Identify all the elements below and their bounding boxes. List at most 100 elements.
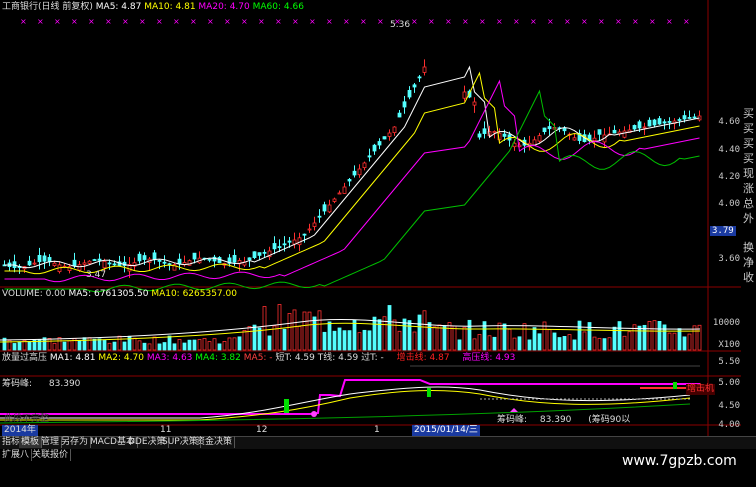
- volume-bar: [252, 324, 257, 351]
- top-marker: ×: [326, 17, 333, 26]
- volume-bar: [442, 325, 447, 351]
- volume-title: VOLUME: 0.00: [2, 289, 66, 299]
- volume-bar: [237, 336, 242, 351]
- ma-line: [4, 71, 700, 275]
- candle-body: [387, 132, 392, 137]
- candle-body: [477, 133, 482, 138]
- ma-line: [4, 79, 700, 283]
- volume-bar: [597, 337, 602, 351]
- candle-body: [402, 101, 407, 108]
- candle-body: [667, 121, 672, 123]
- volume-bar: [567, 334, 572, 351]
- volume-bar: [247, 326, 252, 351]
- quote-char[interactable]: 买: [741, 106, 756, 121]
- volume-bar: [622, 335, 627, 351]
- quote-char[interactable]: 收: [741, 270, 756, 285]
- candle-body: [282, 243, 287, 246]
- candle-body: [347, 179, 352, 182]
- indicator-title: 放量过高压: [2, 353, 48, 363]
- candlestick-series: [2, 59, 702, 278]
- candle-body: [562, 127, 567, 132]
- volume-bar: [647, 320, 652, 351]
- selected-date[interactable]: 2015/01/14/三: [412, 425, 480, 436]
- ma60-label: MA60: 4.66: [252, 2, 304, 12]
- top-marker: ×: [343, 17, 350, 26]
- volume-bar: [452, 325, 457, 351]
- chip-tag: 增击机: [686, 384, 716, 395]
- candle-body: [277, 246, 282, 248]
- volume-bar: [157, 343, 162, 351]
- chip-bottom-legend: 筹码峰: 83.390 (筹码90以: [497, 415, 630, 426]
- top-marker: ×: [292, 17, 299, 26]
- volume-bar: [137, 340, 142, 351]
- chip-bottom-extra: (筹码90以: [588, 415, 631, 425]
- chip-bottom-label: 筹码峰:: [497, 415, 528, 425]
- volume-bar: [572, 339, 577, 351]
- volume-bar: [432, 326, 437, 351]
- volume-bar: [457, 339, 462, 351]
- quote-char[interactable]: 买: [741, 121, 756, 136]
- candle-body: [422, 66, 427, 73]
- volume-bar: [492, 336, 497, 351]
- chip-green-marker: [427, 388, 431, 397]
- volume-bar: [122, 341, 127, 351]
- candle-body: [407, 90, 412, 98]
- candle-body: [322, 204, 327, 212]
- tab-save-as[interactable]: 另存为: [59, 436, 92, 448]
- candle-body: [252, 251, 257, 258]
- candle-body: [137, 253, 142, 262]
- candle-body: [537, 135, 542, 142]
- quote-char[interactable]: 涨: [741, 181, 756, 196]
- top-marker: ×: [122, 17, 129, 26]
- quote-char[interactable]: 外: [741, 211, 756, 226]
- top-marker: ×: [241, 17, 248, 26]
- volume-bar: [102, 340, 107, 351]
- volume-bar: [107, 342, 112, 351]
- volume-bar: [582, 331, 587, 351]
- candle-body: [317, 215, 322, 218]
- chip-green-marker: [284, 399, 289, 413]
- volume-bar: [302, 311, 307, 351]
- chip-bottom-value: 83.390: [539, 415, 572, 425]
- volume-bar: [652, 320, 657, 351]
- vol-ma10: MA10: 6265357.00: [151, 289, 237, 299]
- candle-body: [647, 119, 652, 127]
- top-marker: ×: [258, 17, 265, 26]
- quote-char[interactable]: 净: [741, 255, 756, 270]
- candle-body: [352, 170, 357, 176]
- tab-fund[interactable]: 资金决策: [194, 436, 236, 448]
- volume-bar: [522, 323, 527, 351]
- candle-body: [417, 76, 422, 79]
- chip-pink-dot: [311, 411, 317, 417]
- top-marker: ×: [275, 17, 282, 26]
- top-marker: ×: [71, 17, 78, 26]
- candle-body: [77, 264, 82, 271]
- ind-ma1: MA1: 4.81: [49, 353, 96, 363]
- top-marker: ×: [683, 17, 690, 26]
- quote-char[interactable]: 总: [741, 196, 756, 211]
- ma20-label: MA20: 4.70: [198, 2, 250, 12]
- volume-bar: [502, 323, 507, 351]
- tab-related-quote[interactable]: 关联报价: [30, 449, 72, 461]
- time-month-1: 1: [374, 425, 380, 435]
- quote-char[interactable]: 换: [741, 240, 756, 255]
- top-marker: ×: [632, 17, 639, 26]
- chart-canvas[interactable]: × × × × × × × × × × × × × × × × × × × × × × × × × × × × × × × × × × × × × × × ×: [0, 0, 756, 487]
- quote-char[interactable]: 买: [741, 136, 756, 151]
- top-marker: ×: [360, 17, 367, 26]
- quote-char[interactable]: 买: [741, 151, 756, 166]
- volume-bar: [497, 322, 502, 351]
- candle-body: [682, 115, 687, 120]
- candle-body: [652, 119, 657, 126]
- volume-bar: [512, 337, 517, 351]
- tab-extend[interactable]: 扩展八: [0, 449, 33, 461]
- candle-body: [482, 128, 487, 134]
- volume-bar: [162, 342, 167, 351]
- volume-bar: [557, 337, 562, 351]
- price-tick: 3.60: [718, 254, 740, 264]
- volume-bar: [297, 326, 302, 351]
- ind-ma4: MA4: 3.82: [195, 353, 241, 363]
- ma-line: [4, 89, 700, 293]
- top-marker: ×: [20, 17, 27, 26]
- quote-char[interactable]: 现: [741, 166, 756, 181]
